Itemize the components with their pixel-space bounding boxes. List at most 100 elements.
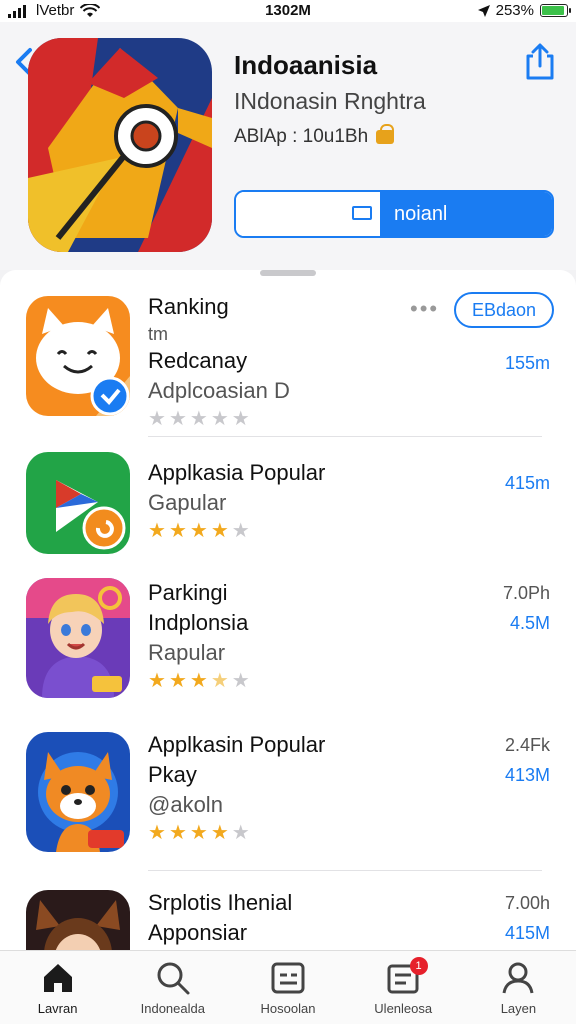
rating-stars: ★ ★ ★ ★ ★ <box>148 670 250 692</box>
star-icon: ★ <box>168 670 187 692</box>
list-item-text: Ranking tm Redcanay Adplcoasian D ★ ★ ★ ★ ★ <box>148 292 290 430</box>
star-icon: ★ <box>210 670 229 692</box>
app-header: Indoaanisia INdonasin Rnghtra ABlAp : 10… <box>0 22 576 270</box>
star-icon: ★ <box>148 520 166 542</box>
list-item-text: Applkasia Popular Gapular ★ ★ ★ ★ ★ <box>148 458 325 542</box>
star-icon: ★ <box>148 408 166 430</box>
get-button[interactable]: EBdaon <box>454 292 554 328</box>
item-category: @akoln <box>148 792 223 817</box>
status-right: 253% <box>477 2 571 19</box>
item-version: 7.00h <box>504 893 550 913</box>
item-subtitle: Gapular <box>148 490 227 515</box>
star-icon: ★ <box>189 670 208 692</box>
star-icon: ★ <box>210 520 229 542</box>
item-title: Applkasin Popular <box>148 732 326 757</box>
battery-percent: 253% <box>495 2 534 19</box>
tab-search[interactable]: Indonealda <box>115 951 230 1024</box>
tab-label: Ulenleosa <box>374 1001 433 1016</box>
item-category: Rapular <box>148 640 226 665</box>
rating-stars: ★ ★ ★ ★ ★ <box>148 520 325 542</box>
item-size: 415m <box>505 468 550 498</box>
app-icon-green <box>26 452 130 554</box>
app-icon <box>28 38 212 252</box>
item-version: 7.0Ph <box>502 583 550 603</box>
item-category: Adplcoasian D <box>148 378 290 403</box>
app-icon-fox <box>26 732 130 852</box>
lock-icon <box>376 124 395 144</box>
star-icon: ★ <box>168 520 187 542</box>
item-tag: tm <box>148 324 168 344</box>
tab-label: Hosoolan <box>260 1001 316 1016</box>
list-item-text: Parkingi Indplonsia Rapular ★ ★ ★ ★ ★ <box>148 578 250 692</box>
item-size-value: 4.5M <box>509 613 550 633</box>
item-subtitle: Indplonsia <box>148 610 249 635</box>
tab-profile[interactable]: Layen <box>461 951 576 1024</box>
install-button[interactable]: noianl <box>234 190 554 238</box>
install-icon <box>352 206 372 220</box>
star-icon: ★ <box>231 408 250 430</box>
star-icon: ★ <box>168 408 187 430</box>
item-subtitle: Apponsiar <box>148 920 248 945</box>
app-meta: ABlAp : 10u1Bh <box>234 124 395 148</box>
tab-label: Layen <box>500 1001 537 1016</box>
star-icon: ★ <box>189 520 208 542</box>
list-item-text: Srplotis Ihenial Apponsiar <box>148 888 292 948</box>
item-size-value: 413M <box>504 765 550 785</box>
app-icon-girl <box>26 578 130 698</box>
tab-bar: Lavran Indonealda Hosoolan 1 Ulenleosa L… <box>0 950 576 1024</box>
home-icon <box>43 964 72 992</box>
item-title: Applkasia Popular <box>148 460 326 485</box>
item-subtitle: Pkay <box>148 762 197 787</box>
item-size-value: 415M <box>504 923 550 943</box>
item-size: 155m <box>505 348 550 378</box>
star-icon: ★ <box>210 822 229 844</box>
search-icon <box>157 962 190 995</box>
star-icon: ★ <box>231 520 250 542</box>
item-size: 7.00h 415M <box>505 888 550 948</box>
rating-stars: ★ ★ ★ ★ ★ <box>148 822 325 844</box>
app-meta-text: ABlAp : 10u1Bh <box>234 126 369 147</box>
tab-label: Lavran <box>37 1001 78 1016</box>
profile-icon <box>502 962 534 994</box>
star-icon: ★ <box>168 822 187 844</box>
divider <box>148 870 542 871</box>
star-icon: ★ <box>189 822 208 844</box>
star-icon: ★ <box>148 822 166 844</box>
item-size-value: 155m <box>504 353 550 373</box>
star-icon: ★ <box>210 408 229 430</box>
app-title: Indoaanisia <box>234 50 378 80</box>
battery-fill <box>542 6 565 15</box>
tab-label: Indonealda <box>140 1001 205 1016</box>
star-icon: ★ <box>189 408 208 430</box>
item-version: 2.4Fk <box>504 735 550 755</box>
app-subtitle: INdonasin Rnghtra <box>234 88 426 114</box>
location-arrow-icon <box>477 4 490 17</box>
star-icon: ★ <box>148 670 166 692</box>
sheet-grabber[interactable] <box>260 270 316 276</box>
rating-stars: ★ ★ ★ ★ ★ <box>148 408 290 430</box>
apps-icon <box>271 962 305 994</box>
app-icon-orange <box>26 296 130 416</box>
item-title: Parkingi <box>148 580 228 605</box>
tab-updates[interactable]: 1 Ulenleosa <box>346 951 461 1024</box>
item-size: 7.0Ph 4.5M <box>503 578 550 638</box>
list-item-text: Applkasin Popular Pkay @akoln ★ ★ ★ ★ ★ <box>148 730 325 844</box>
updates-badge: 1 <box>409 957 428 975</box>
item-size-value: 415m <box>504 473 550 493</box>
share-icon[interactable] <box>520 42 560 82</box>
item-title: Ranking <box>148 294 229 319</box>
app-icon-cat-girl <box>26 890 130 950</box>
star-icon: ★ <box>231 822 250 844</box>
app-list-sheet[interactable]: ••• EBdaon Ranking tm Redcanay Adplcoasi… <box>0 270 576 950</box>
install-label: noianl <box>380 192 552 236</box>
item-title: Srplotis Ihenial <box>148 890 293 915</box>
status-bar: lVetbr 1302M 253% <box>0 0 576 22</box>
item-size: 2.4Fk 413M <box>505 730 550 790</box>
battery-icon <box>540 4 571 17</box>
tab-apps[interactable]: Hosoolan <box>230 951 345 1024</box>
more-options-icon[interactable]: ••• <box>410 296 439 322</box>
divider <box>148 436 542 437</box>
item-subtitle: Redcanay <box>148 348 248 373</box>
star-icon: ★ <box>231 670 250 692</box>
tab-home[interactable]: Lavran <box>0 951 115 1024</box>
